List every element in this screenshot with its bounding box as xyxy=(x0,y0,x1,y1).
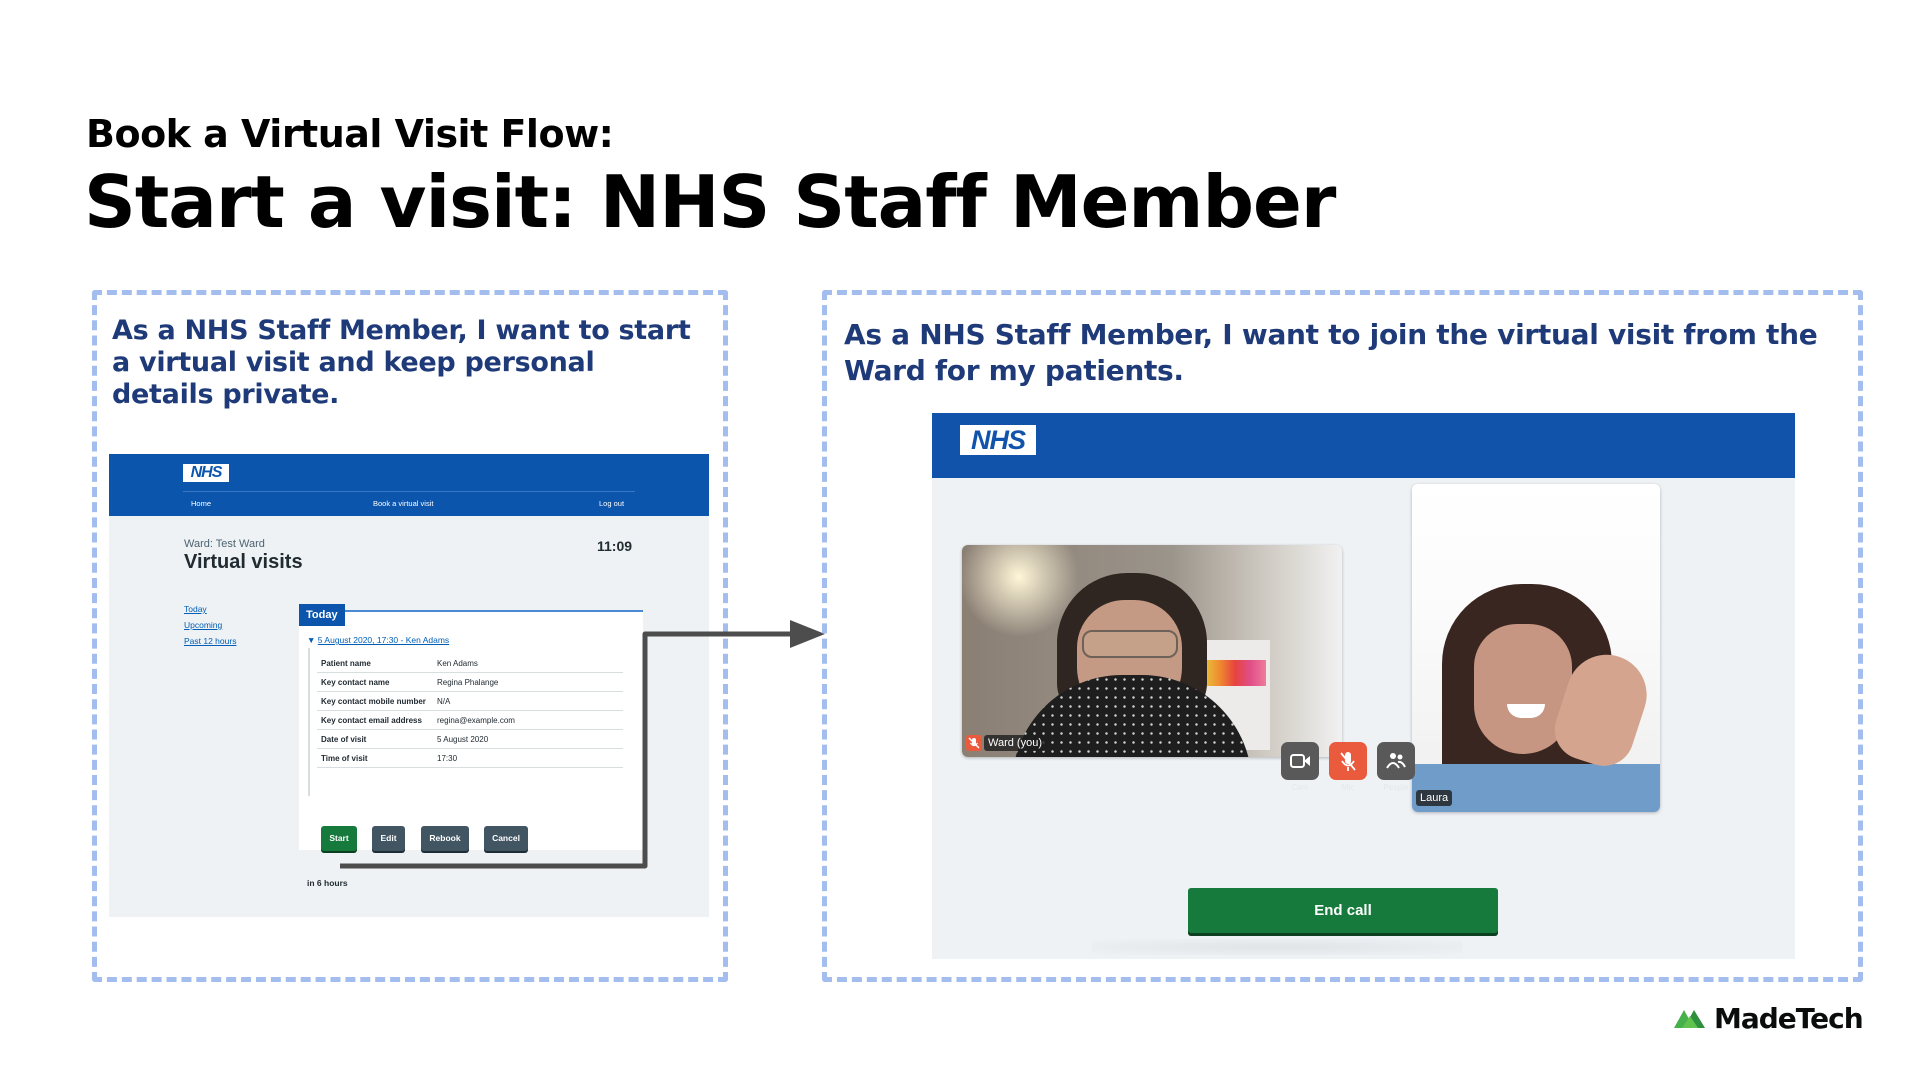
today-panel-rule xyxy=(299,610,643,612)
details-border xyxy=(308,648,310,796)
side-link-upcoming[interactable]: Upcoming xyxy=(184,620,222,630)
participant-name-tag: Laura xyxy=(1416,790,1453,806)
video-tile-laura[interactable]: Laura xyxy=(1412,484,1660,812)
time-until-visit: in 6 hours xyxy=(307,878,348,888)
rebook-button[interactable]: Rebook xyxy=(421,826,469,851)
people-label: People xyxy=(1383,783,1409,792)
virtual-visits-heading: Virtual visits xyxy=(184,551,303,573)
table-row: Key contact email address regina@example.… xyxy=(317,710,623,730)
detail-value: regina@example.com xyxy=(433,710,623,730)
clock: 11:09 xyxy=(597,538,633,554)
cam-label: Cam xyxy=(1291,783,1309,792)
table-row: Time of visit 17:30 xyxy=(317,748,623,768)
people-button[interactable] xyxy=(1377,742,1415,780)
participant-name-tag: Ward (you) xyxy=(984,735,1046,751)
page-title: Start a visit: NHS Staff Member xyxy=(84,160,1336,244)
flow-arrow-head xyxy=(790,620,825,648)
detail-key: Time of visit xyxy=(317,748,433,768)
flow-subtitle: Book a Virtual Visit Flow: xyxy=(86,112,614,156)
people-icon xyxy=(1386,753,1406,769)
detail-key: Key contact email address xyxy=(317,710,433,730)
detail-key: Patient name xyxy=(317,654,433,673)
nhs-header: NHS Home Book a virtual visit Log out xyxy=(109,454,709,516)
side-link-today[interactable]: Today xyxy=(184,604,207,614)
nhs-logo[interactable]: NHS xyxy=(183,464,229,482)
mic-label: Mic xyxy=(1341,783,1355,792)
table-row: Date of visit 5 August 2020 xyxy=(317,729,623,749)
tab-today[interactable]: Today xyxy=(299,604,345,626)
detail-value: Regina Phalange xyxy=(433,672,623,692)
detail-value: 5 August 2020 xyxy=(433,729,623,749)
virtual-visits-screenshot: NHS Home Book a virtual visit Log out Wa… xyxy=(109,454,709,917)
visit-summary-toggle[interactable]: ▼ 5 August 2020, 17:30 - Ken Adams xyxy=(307,635,449,645)
video-background xyxy=(1204,660,1266,686)
start-button[interactable]: Start xyxy=(321,826,357,851)
muted-mic-icon xyxy=(1340,752,1356,771)
detail-value: N/A xyxy=(433,691,623,711)
edit-button[interactable]: Edit xyxy=(372,826,405,851)
end-call-button[interactable]: End call xyxy=(1188,888,1498,933)
mic-toggle-button[interactable] xyxy=(1329,742,1367,780)
video-call-screenshot: NHS Ward (you) Laura Cam Mic People End … xyxy=(932,413,1795,959)
detail-value: 17:30 xyxy=(433,748,623,768)
detail-value: Ken Adams xyxy=(433,654,623,673)
camera-icon xyxy=(1290,754,1310,768)
cam-toggle-button[interactable] xyxy=(1281,742,1319,780)
visit-details-table: Patient name Ken Adams Key contact name Re… xyxy=(317,654,623,768)
muted-mic-icon xyxy=(966,735,982,751)
nav-home-link[interactable]: Home xyxy=(191,499,211,508)
cancel-button[interactable]: Cancel xyxy=(484,826,528,851)
table-row: Patient name Ken Adams xyxy=(317,654,623,673)
nav-book-visit-link[interactable]: Book a virtual visit xyxy=(373,499,433,508)
detail-key: Date of visit xyxy=(317,729,433,749)
madetech-wordmark: MadeTech xyxy=(1714,1001,1864,1035)
expand-triangle-icon: ▼ xyxy=(307,635,316,645)
table-row: Key contact mobile number N/A xyxy=(317,691,623,711)
side-link-past-12-hours[interactable]: Past 12 hours xyxy=(184,636,236,646)
visit-summary-link[interactable]: 5 August 2020, 17:30 - Ken Adams xyxy=(318,635,449,645)
left-user-story: As a NHS Staff Member, I want to start a… xyxy=(112,315,691,410)
decorative-shadow xyxy=(1092,939,1462,955)
madetech-logo: MadeTech xyxy=(1674,1001,1864,1035)
mountain-logo-icon xyxy=(1674,1010,1705,1028)
table-row: Key contact name Regina Phalange xyxy=(317,672,623,692)
nav-divider xyxy=(183,491,635,492)
ward-label: Ward: Test Ward xyxy=(184,538,265,550)
detail-key: Key contact name xyxy=(317,672,433,692)
video-tile-ward[interactable]: Ward (you) xyxy=(962,545,1342,757)
nhs-header: NHS xyxy=(932,413,1795,478)
detail-key: Key contact mobile number xyxy=(317,691,433,711)
nav-logout-link[interactable]: Log out xyxy=(599,499,624,508)
nhs-logo[interactable]: NHS xyxy=(960,425,1036,455)
participant-image xyxy=(1082,630,1178,658)
right-user-story: As a NHS Staff Member, I want to join th… xyxy=(844,318,1818,387)
